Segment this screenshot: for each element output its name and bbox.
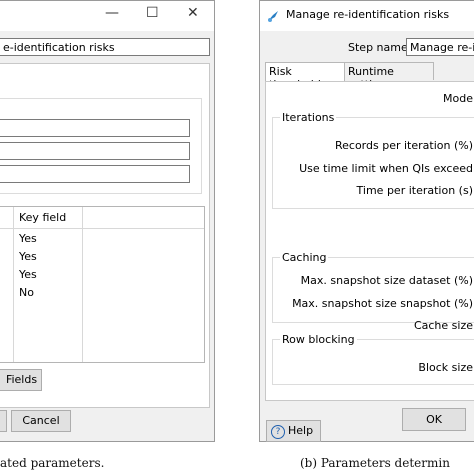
maximize-button[interactable]: ☐	[146, 5, 159, 21]
left-caption: ated parameters.	[0, 456, 105, 470]
left-field-3[interactable]	[0, 165, 190, 183]
mode-label: Mode	[443, 92, 473, 105]
help-label: Help	[288, 424, 314, 437]
time-per-iteration-label: Time per iteration (s)	[356, 184, 473, 197]
table-cell[interactable]: Yes	[19, 232, 37, 245]
table-cell[interactable]: Yes	[19, 268, 37, 281]
cancel-button[interactable]: Cancel	[11, 410, 71, 432]
tab-runtime-settings[interactable]: Runtime settings	[344, 62, 434, 91]
fields-table[interactable]	[0, 206, 205, 363]
step-name-input[interactable]: e-identification risks	[0, 38, 210, 56]
help-icon: ?	[271, 425, 285, 439]
caching-group	[272, 257, 474, 323]
step-name-label: Step name	[348, 41, 408, 54]
right-dialog-window: Manage re-identification risks Step name…	[259, 0, 474, 442]
step-name-input[interactable]: Manage re-i	[406, 38, 474, 56]
table-divider-1	[13, 207, 14, 362]
key-field-header: Key field	[19, 211, 67, 224]
records-per-iteration-label: Records per iteration (%)	[334, 139, 473, 152]
time-limit-label: Use time limit when QIs exceed	[299, 162, 473, 175]
ok-button-partial[interactable]	[0, 410, 7, 432]
table-cell[interactable]: Yes	[19, 250, 37, 263]
help-button[interactable]: ? Help	[266, 420, 321, 442]
right-caption: (b) Parameters determin	[300, 456, 450, 470]
table-header-divider	[0, 228, 204, 229]
left-field-2[interactable]	[0, 142, 190, 160]
table-divider-2	[82, 207, 83, 362]
close-button[interactable]: ✕	[187, 5, 199, 21]
window-title: Manage re-identification risks	[286, 8, 450, 21]
caching-title: Caching	[280, 251, 329, 264]
minimize-button[interactable]: —	[105, 5, 119, 21]
max-snapshot-snapshot-label: Max. snapshot size snapshot (%)	[292, 297, 473, 310]
get-fields-button[interactable]: Fields	[0, 369, 42, 391]
left-field-1[interactable]	[0, 119, 190, 137]
row-blocking-title: Row blocking	[280, 333, 357, 346]
cache-size-label: Cache size	[413, 319, 473, 332]
tab-risk-thresholds[interactable]: Risk thresholds	[265, 62, 345, 91]
max-snapshot-dataset-label: Max. snapshot size dataset (%)	[300, 274, 473, 287]
left-dialog-window: — ☐ ✕ e-identification risks Key field Y…	[0, 0, 215, 442]
table-cell[interactable]: No	[19, 286, 34, 299]
block-size-label: Block size	[418, 361, 473, 374]
spoon-app-icon	[268, 11, 278, 22]
iterations-title: Iterations	[280, 111, 337, 124]
ok-button[interactable]: OK	[402, 408, 466, 431]
